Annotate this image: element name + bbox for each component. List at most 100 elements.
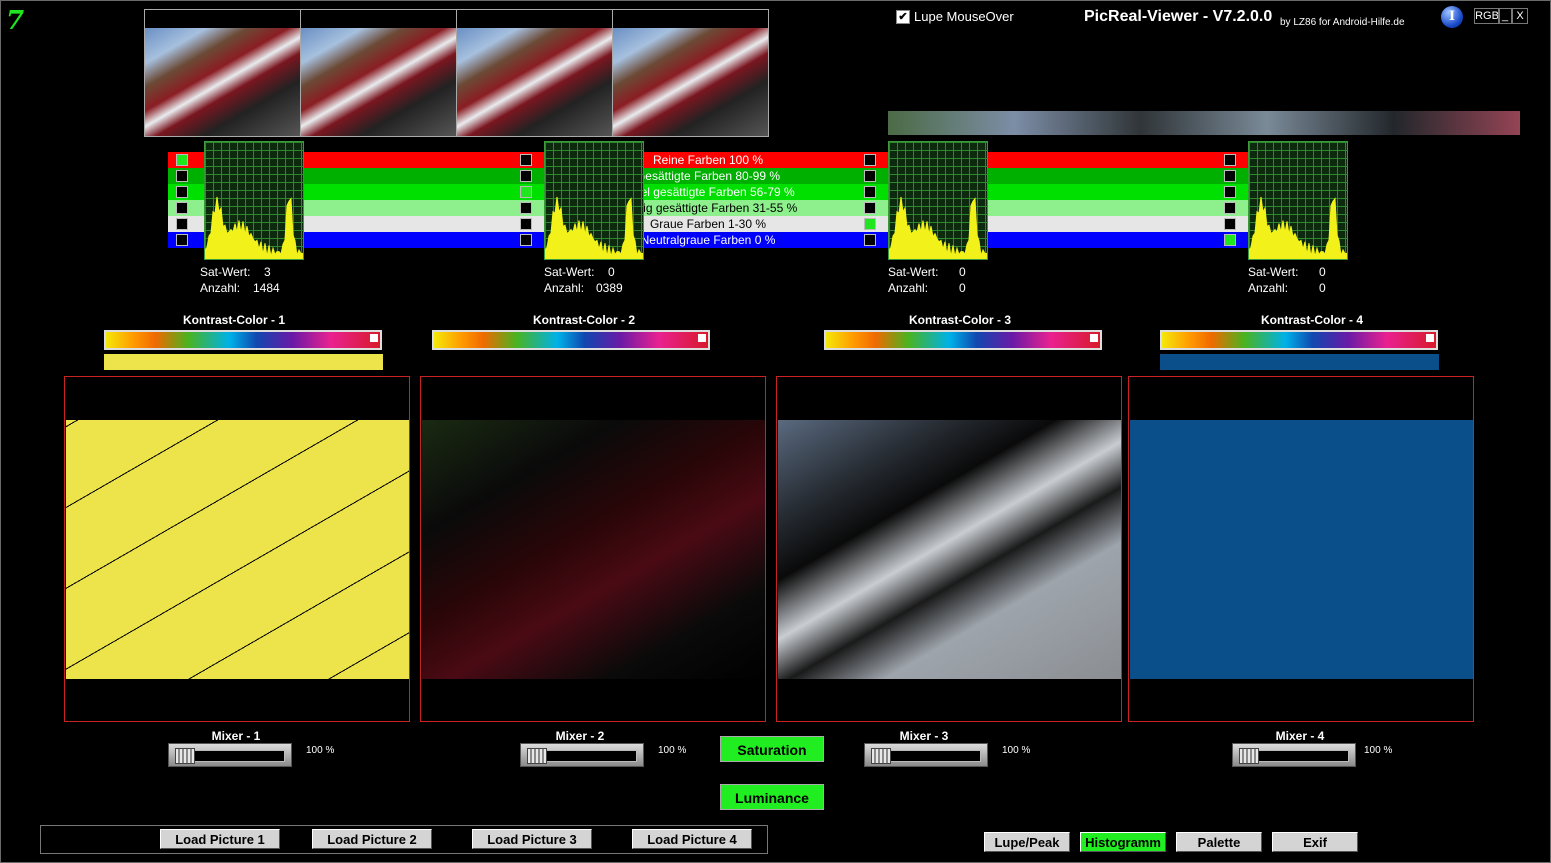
saturation-band: Gesättigte Farben 80-99 % xyxy=(168,168,1248,184)
close-button[interactable]: X xyxy=(1512,8,1528,24)
minimize-button[interactable]: _ xyxy=(1498,8,1512,24)
saturation-level-selector[interactable] xyxy=(864,218,876,230)
load-picture-4-button[interactable]: Load Picture 4 xyxy=(632,829,752,849)
load-picture-1-button[interactable]: Load Picture 1 xyxy=(160,829,280,849)
saturation-level-selector[interactable] xyxy=(520,234,532,246)
stats-1: Sat-Wert: 3 Anzahl: 1484 xyxy=(200,264,320,298)
histogram-plot xyxy=(1249,196,1347,259)
saturation-level-selector[interactable] xyxy=(1224,234,1236,246)
kontrast-color-knob[interactable] xyxy=(1090,334,1098,342)
saturation-level-selector[interactable] xyxy=(864,234,876,246)
palette-button[interactable]: Palette xyxy=(1176,832,1262,852)
kontrast-color-gradient-2[interactable] xyxy=(432,330,710,350)
histogram-plot xyxy=(545,196,643,259)
mixer-label-3: Mixer - 3 xyxy=(899,729,949,743)
kontrast-color-gradient-1[interactable] xyxy=(104,330,382,350)
app-logo: 7 xyxy=(6,6,25,36)
saturation-level-selector[interactable] xyxy=(1224,218,1236,230)
anzahl-value: 0389 xyxy=(596,281,623,295)
thumbnail-image xyxy=(145,28,300,136)
mixer-slider-2[interactable] xyxy=(520,743,644,767)
kontrast-color-knob[interactable] xyxy=(698,334,706,342)
lupe-mouseover-label: Lupe MouseOver xyxy=(914,9,1014,24)
preview-panel-1[interactable] xyxy=(64,376,410,722)
saturation-level-selector[interactable] xyxy=(864,202,876,214)
saturation-level-selector[interactable] xyxy=(520,170,532,182)
mixer-slider-3[interactable] xyxy=(864,743,988,767)
saturation-level-selector[interactable] xyxy=(1224,202,1236,214)
thumbnail-3[interactable] xyxy=(456,9,613,137)
saturation-level-selector[interactable] xyxy=(864,186,876,198)
load-picture-2-button[interactable]: Load Picture 2 xyxy=(312,829,432,849)
preview-image-1 xyxy=(66,420,409,679)
kontrast-color-gradient-3[interactable] xyxy=(824,330,1102,350)
luminance-button[interactable]: Luminance xyxy=(720,784,824,810)
anzahl-label: Anzahl: xyxy=(1248,281,1289,295)
slider-thumb[interactable] xyxy=(175,748,195,764)
thumbnail-image xyxy=(613,28,768,136)
thumbnail-4[interactable] xyxy=(612,9,769,137)
lupe-mouseover-checkbox[interactable]: ✔ xyxy=(896,9,910,24)
slider-thumb[interactable] xyxy=(871,748,891,764)
saturation-level-selector[interactable] xyxy=(176,218,188,230)
saturation-band: Mittel gesättigte Farben 56-79 % xyxy=(168,184,1248,200)
preview-image-4 xyxy=(1130,420,1473,679)
anzahl-label: Anzahl: xyxy=(888,281,929,295)
anzahl-value: 0 xyxy=(959,281,966,295)
slider-thumb[interactable] xyxy=(527,748,547,764)
thumbnail-2[interactable] xyxy=(300,9,457,137)
slider-thumb[interactable] xyxy=(1239,748,1259,764)
saturation-band: Wenig gesättigte Farben 31-55 % xyxy=(168,200,1248,216)
histogramm-button[interactable]: Histogramm xyxy=(1080,832,1166,852)
kontrast-color-label-4: Kontrast-Color - 4 xyxy=(1261,313,1363,327)
sat-wert-value: 0 xyxy=(1319,265,1326,279)
saturation-level-selector[interactable] xyxy=(1224,154,1236,166)
saturation-level-selector[interactable] xyxy=(176,154,188,166)
kontrast-color-label-3: Kontrast-Color - 3 xyxy=(909,313,1011,327)
preview-panel-4[interactable] xyxy=(1128,376,1474,722)
rgb-button[interactable]: RGB xyxy=(1474,8,1500,24)
anzahl-value: 0 xyxy=(1319,281,1326,295)
preview-panel-2[interactable] xyxy=(420,376,766,722)
saturation-level-selector[interactable] xyxy=(864,170,876,182)
saturation-level-selector[interactable] xyxy=(176,170,188,182)
saturation-level-selector[interactable] xyxy=(520,154,532,166)
kontrast-color-knob[interactable] xyxy=(1426,334,1434,342)
kontrast-color-gradient-4[interactable] xyxy=(1160,330,1438,350)
anzahl-value: 1484 xyxy=(253,281,280,295)
mixer-slider-4[interactable] xyxy=(1232,743,1356,767)
mixer-slider-1[interactable] xyxy=(168,743,292,767)
kontrast-color-label-1: Kontrast-Color - 1 xyxy=(183,313,285,327)
saturation-level-selector[interactable] xyxy=(520,218,532,230)
saturation-level-selector[interactable] xyxy=(1224,170,1236,182)
sat-wert-value: 0 xyxy=(608,265,615,279)
saturation-level-selector[interactable] xyxy=(176,234,188,246)
saturation-level-selector[interactable] xyxy=(864,154,876,166)
saturation-band: Neutralgraue Farben 0 % xyxy=(168,232,1248,248)
info-icon[interactable]: I xyxy=(1441,6,1463,28)
saturation-level-selector[interactable] xyxy=(520,202,532,214)
thumbnail-1[interactable] xyxy=(144,9,301,137)
kontrast-color-label-2: Kontrast-Color - 2 xyxy=(533,313,635,327)
saturation-level-selector[interactable] xyxy=(176,202,188,214)
preview-image-2 xyxy=(422,420,765,679)
kontrast-color-swatch-3 xyxy=(824,354,1103,370)
saturation-button[interactable]: Saturation xyxy=(720,736,824,762)
histogram-4 xyxy=(1248,141,1348,260)
kontrast-color-knob[interactable] xyxy=(370,334,378,342)
saturation-band: Graue Farben 1-30 % xyxy=(168,216,1248,232)
load-picture-3-button[interactable]: Load Picture 3 xyxy=(472,829,592,849)
saturation-level-selector[interactable] xyxy=(1224,186,1236,198)
stats-2: Sat-Wert: 0 Anzahl: 0389 xyxy=(544,264,664,298)
preview-panel-3[interactable] xyxy=(776,376,1122,722)
lupe-peak-button[interactable]: Lupe/Peak xyxy=(984,832,1070,852)
exif-button[interactable]: Exif xyxy=(1272,832,1358,852)
lupe-mouseover-toggle[interactable]: ✔ Lupe MouseOver xyxy=(896,9,1014,24)
saturation-level-selector[interactable] xyxy=(176,186,188,198)
saturation-level-selector[interactable] xyxy=(520,186,532,198)
stats-4: Sat-Wert: 0 Anzahl: 0 xyxy=(1248,264,1368,298)
mixer-label-2: Mixer - 2 xyxy=(555,729,605,743)
kontrast-color-swatch-2 xyxy=(432,354,711,370)
app-subtitle: by LZ86 for Android-Hilfe.de xyxy=(1280,17,1405,28)
mixer-percent-1: 100 % xyxy=(306,745,335,756)
